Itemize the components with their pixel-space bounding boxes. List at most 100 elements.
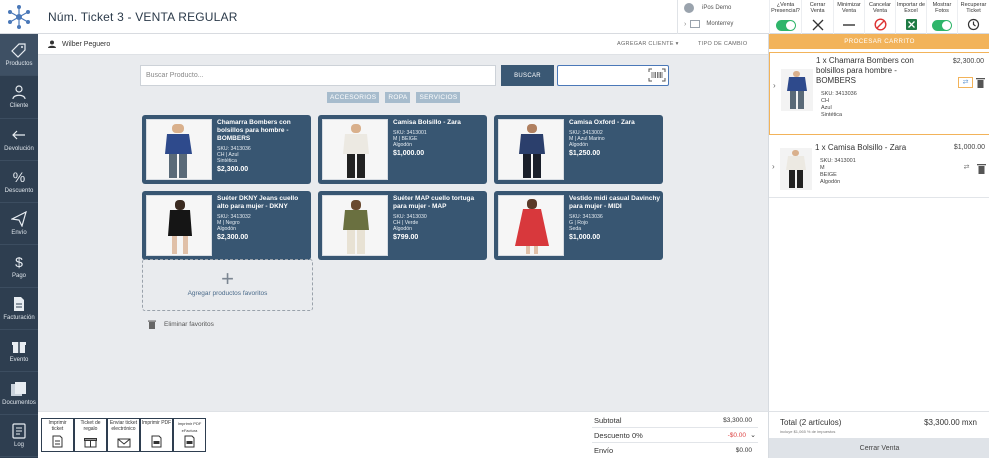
- product-price: $1,000.00: [569, 234, 601, 241]
- product-name: Suéter MAP cuello tortuga para mujer - M…: [393, 195, 475, 210]
- search-button[interactable]: BUSCAR: [501, 65, 554, 86]
- cart-item[interactable]: › 1 x Camisa Bolsillo - Zara $1,000.00 S…: [769, 140, 989, 198]
- exchange-type-link[interactable]: TIPO DE CAMBIO: [698, 41, 747, 47]
- chevron-down-icon[interactable]: ⌄: [750, 431, 756, 439]
- app-logo-icon[interactable]: [6, 4, 32, 30]
- pdf-invoice-icon: [184, 435, 195, 448]
- log-icon: [12, 423, 26, 439]
- user-row[interactable]: iPos Demo: [684, 3, 731, 13]
- close-sale-tool-button[interactable]: Cerrar Venta: [801, 0, 833, 34]
- chevron-right-icon[interactable]: ›: [772, 162, 775, 171]
- shipping-value: $0.00: [735, 447, 752, 454]
- recover-ticket-button[interactable]: Recuperar Ticket: [957, 0, 989, 34]
- cart-item[interactable]: › 1 x Chamarra Bombers con bolsillos par…: [769, 52, 989, 135]
- print-ticket-button[interactable]: Imprimir ticket: [41, 418, 74, 452]
- add-favorites-label: Agregar productos favoritos: [187, 290, 268, 297]
- cart-item-image: [781, 69, 813, 111]
- product-price: $2,300.00: [217, 234, 249, 241]
- minimize-sale-button[interactable]: Minimizar Venta: [833, 0, 864, 34]
- product-image: [498, 195, 564, 256]
- tool-label: ¿Venta Presencial?: [771, 2, 800, 14]
- trash-icon[interactable]: [976, 77, 985, 88]
- product-material: Sintética: [217, 158, 237, 164]
- gift-ticket-button[interactable]: Ticket de regalo: [74, 418, 107, 452]
- chevron-right-icon: ›: [684, 20, 687, 28]
- tool-label: Mostrar Fotos: [932, 2, 952, 14]
- product-name: Chamarra Bombers con bolsillos para homb…: [217, 119, 291, 142]
- swap-icon[interactable]: ⇄: [959, 163, 974, 174]
- process-cart-button[interactable]: PROCESAR CARRITO: [769, 34, 989, 49]
- delete-favorites-button[interactable]: Eliminar favoritos: [148, 320, 214, 329]
- print-pdf-invoice-button[interactable]: Imprimir PDF eFactura: [173, 418, 206, 452]
- cancel-sale-button[interactable]: Cancelar Venta: [864, 0, 895, 34]
- user-store-box[interactable]: iPos Demo › Monterrey: [677, 0, 769, 34]
- toggle-in-person-sale[interactable]: ¿Venta Presencial?: [769, 0, 801, 34]
- sidebar-item-descuento[interactable]: % Descuento: [0, 161, 38, 204]
- email-icon: [117, 438, 130, 448]
- sidebar-item-evento[interactable]: Evento: [0, 330, 38, 373]
- sidebar-item-cliente[interactable]: Cliente: [0, 76, 38, 119]
- category-tag-ropa[interactable]: ROPA: [385, 92, 411, 103]
- import-excel-button[interactable]: Importar de Excel: [895, 0, 926, 34]
- product-card[interactable]: Camisa Oxford - Zara SKU: 3413002 M | Az…: [494, 115, 663, 184]
- print-pdf-button[interactable]: Imprimir PDF: [140, 418, 173, 452]
- cart-item-price: $1,000.00: [953, 144, 985, 151]
- barcode-scan-icon[interactable]: [648, 68, 666, 82]
- send-icon: [11, 211, 27, 228]
- sidebar-item-devolucion[interactable]: Devolución: [0, 119, 38, 161]
- store-icon: [690, 20, 701, 28]
- product-card[interactable]: Camisa Bolsillo - Zara SKU: 3413001 M | …: [318, 115, 487, 184]
- sidebar-item-log[interactable]: Log: [0, 415, 38, 457]
- product-card[interactable]: Vestido midi casual Davinchy para mujer …: [494, 191, 663, 260]
- close-sale-button[interactable]: Cerrar Venta: [769, 438, 989, 458]
- sidebar-item-facturacion[interactable]: Facturación: [0, 288, 38, 331]
- client-selector[interactable]: Wilber Peguero: [48, 40, 110, 48]
- product-image: [498, 119, 564, 180]
- send-electronic-ticket-button[interactable]: Enviar ticket electrónico: [107, 418, 140, 452]
- product-card[interactable]: Chamarra Bombers con bolsillos para homb…: [142, 115, 311, 184]
- sidebar-item-envio[interactable]: Envío: [0, 203, 38, 246]
- product-image: [146, 195, 212, 256]
- user-name: iPos Demo: [702, 5, 732, 11]
- shipping-label: Envío: [594, 446, 614, 455]
- chevron-right-icon[interactable]: ›: [773, 81, 776, 90]
- footer-button-label: Imprimir ticket: [48, 420, 67, 432]
- add-client-dropdown[interactable]: AGREGAR CLIENTE ▾: [617, 41, 679, 47]
- person-icon: [48, 40, 56, 48]
- discount-row[interactable]: Descuento 0% -$0.00 ⌄: [592, 428, 758, 443]
- product-name: Camisa Bolsillo - Zara: [393, 119, 461, 126]
- trash-icon[interactable]: [977, 163, 986, 174]
- sidebar-item-productos[interactable]: Productos: [0, 34, 38, 77]
- product-price: $1,000.00: [393, 150, 425, 157]
- refresh-icon: [967, 18, 980, 31]
- tag-icon: [11, 43, 26, 58]
- product-card[interactable]: Suéter DKNY Jeans cuello alto para mujer…: [142, 191, 311, 260]
- toggle-on-icon[interactable]: [932, 20, 952, 31]
- product-name: Suéter DKNY Jeans cuello alto para mujer…: [217, 195, 299, 210]
- category-tag-accesorios[interactable]: ACCESORIOS: [327, 92, 380, 103]
- footer-button-label: Ticket de regalo: [80, 420, 101, 432]
- swap-icon[interactable]: ⇄: [958, 77, 973, 88]
- toggle-on-icon[interactable]: [775, 20, 796, 31]
- cart-item-image: [780, 148, 812, 190]
- sidebar-item-documentos[interactable]: Documentos: [0, 372, 38, 415]
- product-search-input[interactable]: [140, 65, 496, 86]
- cart-item-name: 1 x Camisa Bolsillo - Zara: [815, 143, 907, 152]
- category-tag-servicios[interactable]: SERVICIOS: [416, 92, 461, 103]
- sidebar-item-label: Cliente: [9, 103, 29, 110]
- product-material: Algodón: [393, 226, 413, 232]
- cart-item-size: CH: [821, 98, 829, 104]
- toggle-show-photos[interactable]: Mostrar Fotos: [926, 0, 957, 34]
- cart-item-sku: SKU: 3413036: [821, 91, 857, 97]
- add-favorites-button[interactable]: + Agregar productos favoritos: [142, 259, 313, 311]
- product-card[interactable]: Suéter MAP cuello tortuga para mujer - M…: [318, 191, 487, 260]
- client-bar: Wilber Peguero AGREGAR CLIENTE ▾ TIPO DE…: [38, 34, 768, 55]
- store-row[interactable]: › Monterrey: [684, 20, 733, 28]
- product-price: $1,250.00: [569, 150, 601, 157]
- cart-item-price: $2,300.00: [952, 58, 984, 65]
- tool-label: Importar de Excel: [896, 2, 926, 14]
- user-avatar-icon: [684, 3, 694, 13]
- sidebar-item-label: Pago: [11, 272, 26, 279]
- dollar-icon: $: [15, 253, 23, 270]
- sidebar-item-pago[interactable]: $ Pago: [0, 245, 38, 288]
